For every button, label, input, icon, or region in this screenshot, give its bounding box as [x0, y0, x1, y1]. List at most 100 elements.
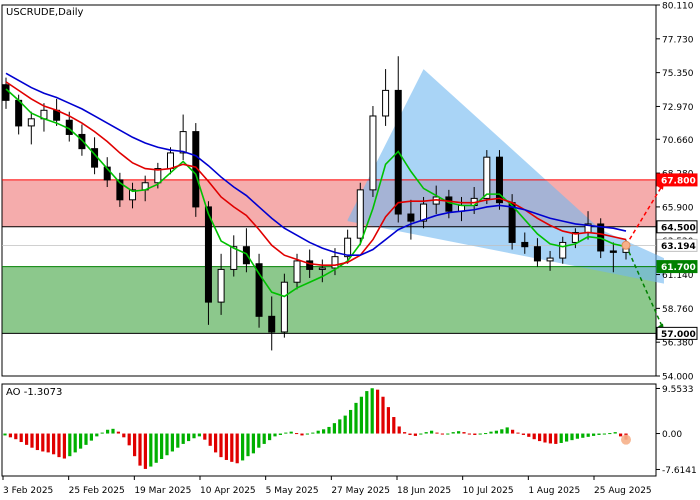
- ao-bar: [586, 433, 590, 437]
- ao-bar: [327, 426, 331, 434]
- candle-body: [280, 281, 288, 333]
- candle-body: [407, 213, 415, 222]
- ao-bar: [473, 433, 477, 435]
- level-tag-label: 61.700: [661, 263, 696, 273]
- ao-bar: [154, 433, 158, 463]
- ao-y-tick-label: 0.00: [662, 430, 682, 440]
- ao-bar: [349, 409, 353, 434]
- candle-body: [356, 189, 364, 239]
- ao-bar: [613, 432, 617, 434]
- candle-body: [2, 84, 10, 101]
- x-tick-label: 19 Mar 2025: [134, 486, 191, 496]
- ao-bar: [451, 432, 455, 434]
- candle-body: [268, 315, 276, 333]
- ao-y-tick-label: 9.5533: [662, 385, 694, 395]
- ao-bar: [602, 433, 606, 435]
- ao-bar: [95, 433, 99, 437]
- ao-bar: [575, 433, 579, 439]
- ao-bar: [424, 432, 428, 434]
- ao-bar: [89, 433, 93, 441]
- ao-bar: [408, 433, 412, 435]
- ao-bar: [527, 433, 531, 437]
- ao-bar: [311, 432, 315, 434]
- ao-bar: [370, 388, 374, 434]
- ao-bar: [548, 433, 552, 444]
- ao-bar: [251, 433, 255, 454]
- x-tick-label: 25 Aug 2025: [594, 486, 652, 496]
- ao-bar: [57, 433, 61, 458]
- ao-bar: [122, 433, 126, 438]
- ao-bar: [489, 431, 493, 434]
- ao-bar: [365, 391, 369, 434]
- candle-body: [609, 250, 617, 253]
- y-tick-label: 80.110: [662, 2, 694, 12]
- x-tick-label: 10 Jul 2025: [463, 486, 514, 496]
- ao-bar: [170, 433, 174, 452]
- ao-bar: [322, 429, 326, 434]
- level-tag-label: 57.000: [661, 330, 696, 340]
- ao-bar: [192, 433, 196, 439]
- ao-bar: [581, 433, 585, 438]
- ao-bar: [570, 433, 574, 441]
- ao-bar: [397, 426, 401, 434]
- ao-bar: [160, 433, 164, 460]
- ao-bar: [403, 432, 407, 434]
- ao-bar: [79, 433, 83, 449]
- ao-bar: [165, 433, 169, 456]
- ao-bar: [430, 430, 434, 434]
- zone-support: [2, 266, 656, 334]
- candle-body: [306, 260, 314, 270]
- ao-bar: [289, 431, 293, 434]
- ao-bar: [619, 433, 623, 437]
- candle-body: [293, 260, 301, 283]
- ao-bar: [343, 415, 347, 434]
- x-tick-label: 5 May 2025: [266, 486, 319, 496]
- candle-body: [445, 196, 453, 212]
- level-tag-label: 63.194: [661, 242, 696, 252]
- ao-bar: [246, 433, 250, 457]
- ao-bar: [19, 433, 23, 443]
- candle-body: [166, 152, 174, 170]
- ao-bar: [208, 433, 212, 446]
- ao-bar: [25, 433, 29, 445]
- ao-bar: [559, 433, 563, 443]
- ao-bar: [143, 433, 147, 469]
- ao-bar: [8, 433, 12, 438]
- level-tag-label: 64.500: [661, 223, 696, 233]
- ao-bar: [262, 433, 266, 444]
- ao-bar: [46, 433, 50, 453]
- chart-title: USCRUDE,Daily: [6, 7, 83, 18]
- ao-bar: [543, 433, 547, 443]
- y-tick-label: 75.350: [662, 69, 694, 79]
- y-tick-label: 58.760: [662, 305, 694, 315]
- ao-bar: [138, 433, 142, 466]
- ao-bar: [359, 396, 363, 434]
- y-tick-label: 56.380: [662, 339, 694, 349]
- y-tick-label: 77.730: [662, 35, 694, 45]
- candle-body: [483, 156, 491, 199]
- forecast-origin-dot: [621, 240, 631, 250]
- ao-bar: [419, 433, 423, 435]
- ao-bar: [41, 433, 45, 452]
- ao-bar: [521, 433, 525, 435]
- ao-bar: [68, 433, 72, 457]
- ao-bar: [413, 433, 417, 436]
- candle-body: [331, 256, 339, 269]
- ao-bar: [505, 427, 509, 434]
- ao-label: AO -1.3073: [6, 387, 62, 398]
- ao-bar: [268, 433, 272, 441]
- ao-bar: [84, 433, 88, 445]
- ao-bar: [457, 431, 461, 434]
- ao-bar: [14, 433, 18, 440]
- candle-body: [230, 246, 238, 270]
- ao-bar: [300, 433, 304, 436]
- ao-bar: [316, 430, 320, 434]
- ao-bar: [478, 433, 482, 435]
- candle-body: [344, 237, 352, 258]
- ao-bar: [338, 419, 342, 434]
- x-tick-label: 18 Jun 2025: [397, 486, 451, 496]
- x-tick-label: 27 May 2025: [331, 486, 390, 496]
- candle-body: [382, 89, 390, 117]
- ao-bar: [597, 433, 601, 435]
- x-tick-label: 1 Aug 2025: [528, 486, 580, 496]
